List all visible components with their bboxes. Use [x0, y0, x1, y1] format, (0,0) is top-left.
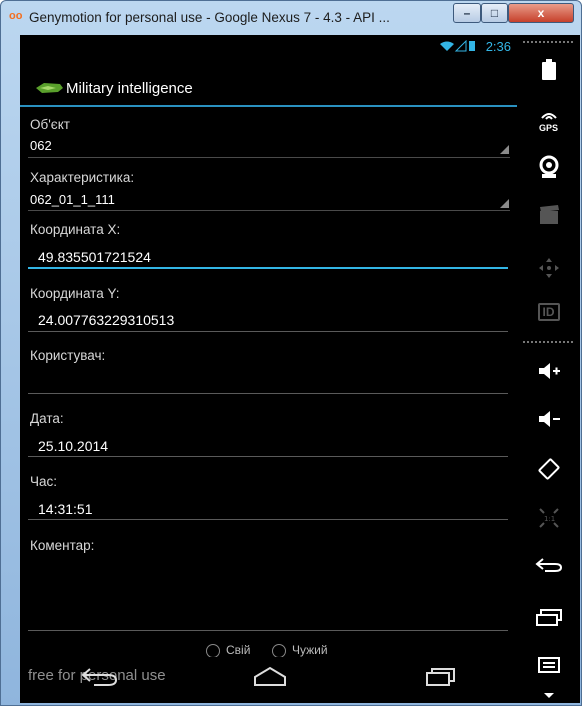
spinner-arrow-icon	[500, 199, 509, 208]
comment-input[interactable]	[38, 563, 508, 627]
maximize-button[interactable]: □	[481, 3, 508, 23]
coord-x-underline	[28, 267, 508, 269]
radio-own-label: Свій	[226, 643, 251, 657]
characteristic-label: Характеристика:	[30, 170, 135, 185]
window-title: Genymotion for personal use - Google Nex…	[29, 10, 390, 25]
volume-down-icon[interactable]	[517, 409, 580, 434]
divider	[28, 157, 510, 158]
genymotion-sidebar: GPS ID 1:1	[517, 35, 580, 703]
comment-label: Коментар:	[30, 538, 95, 553]
coord-y-input[interactable]: 24.007763229310513	[38, 312, 174, 328]
action-bar: Military intelligence	[20, 71, 517, 107]
time-input[interactable]: 14:31:51	[38, 501, 93, 517]
volume-up-icon[interactable]	[517, 361, 580, 386]
user-label: Користувач:	[30, 348, 106, 363]
status-clock: 2:36	[485, 39, 511, 54]
scroll-down-icon[interactable]	[517, 687, 580, 705]
coord-y-underline	[28, 331, 508, 332]
radio-foreign[interactable]: Чужий	[272, 643, 328, 658]
object-spinner[interactable]: 062	[20, 133, 517, 157]
emulator-client: 2:36 Military intelligence Об'єкт 062 Ха…	[20, 35, 580, 703]
device-screen: 2:36 Military intelligence Об'єкт 062 Ха…	[20, 35, 517, 703]
characteristic-spinner[interactable]: 062_01_1_111	[20, 187, 517, 211]
radio-circle-icon	[272, 643, 286, 658]
svg-text:1:1: 1:1	[544, 515, 555, 523]
recent-apps-icon[interactable]	[517, 609, 580, 632]
pixel-perfect-icon: 1:1	[517, 507, 580, 534]
app-title: Military intelligence	[66, 80, 193, 97]
divider	[523, 341, 573, 343]
recent-apps-nav-icon[interactable]	[424, 667, 458, 692]
time-label: Час:	[30, 474, 58, 489]
radio-foreign-label: Чужий	[292, 643, 328, 657]
camera-icon[interactable]	[517, 155, 580, 184]
back-icon[interactable]	[517, 557, 580, 578]
divider	[523, 41, 573, 43]
menu-icon[interactable]	[517, 657, 580, 678]
emulator-window: oo Genymotion for personal use - Google …	[0, 0, 582, 706]
comment-underline	[28, 630, 508, 631]
id-label: ID	[537, 303, 560, 321]
clapperboard-icon	[517, 205, 580, 230]
date-label: Дата:	[30, 411, 64, 426]
time-underline	[28, 519, 508, 520]
gps-label: GPS	[538, 123, 558, 133]
status-bar: 2:36	[20, 35, 517, 57]
genymotion-logo-icon: oo	[9, 10, 23, 22]
wifi-signal-battery-icons	[439, 39, 477, 55]
dpad-icon	[517, 257, 580, 284]
battery-icon[interactable]	[517, 59, 580, 86]
close-button[interactable]: x	[508, 3, 574, 23]
minimize-button[interactable]: –	[453, 3, 481, 23]
divider	[28, 210, 510, 211]
object-value: 062	[30, 138, 52, 153]
app-logo-icon	[34, 81, 64, 95]
id-icon: ID	[517, 303, 580, 321]
date-underline	[28, 456, 508, 457]
user-input[interactable]	[38, 373, 508, 391]
gps-icon[interactable]: GPS	[517, 107, 580, 133]
coord-x-input[interactable]: 49.835501721524	[38, 249, 151, 265]
date-input[interactable]: 25.10.2014	[38, 438, 108, 454]
window-titlebar[interactable]: oo Genymotion for personal use - Google …	[1, 1, 581, 35]
rotate-icon[interactable]	[517, 457, 580, 486]
coord-y-label: Координата Y:	[30, 286, 120, 301]
object-label: Об'єкт	[30, 117, 70, 132]
user-underline	[28, 393, 508, 394]
characteristic-value: 062_01_1_111	[30, 192, 115, 207]
coord-x-label: Координата X:	[30, 222, 121, 237]
spinner-arrow-icon	[500, 145, 509, 154]
radio-own[interactable]: Свій	[206, 643, 250, 658]
home-nav-icon[interactable]	[252, 665, 288, 692]
radio-circle-icon	[206, 643, 220, 658]
back-nav-icon[interactable]	[80, 665, 120, 692]
